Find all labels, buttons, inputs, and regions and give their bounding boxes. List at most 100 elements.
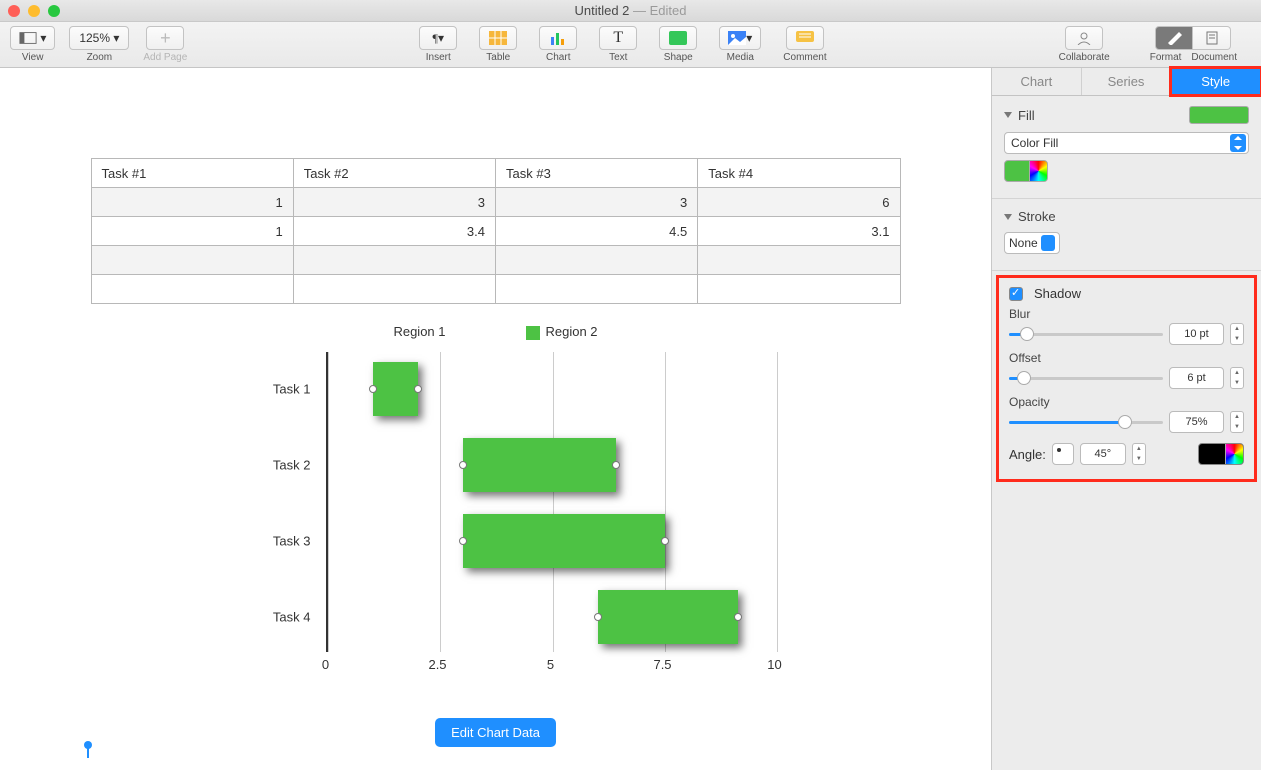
- table-cell[interactable]: 1: [91, 188, 293, 217]
- disclosure-triangle-icon[interactable]: [1004, 112, 1012, 118]
- chart-button[interactable]: [539, 26, 577, 50]
- shadow-section: Shadow Blur 10 pt ▲▼ Offset 6 pt ▲▼ Opac…: [996, 275, 1257, 482]
- minimize-window-button[interactable]: [28, 5, 40, 17]
- table-cell[interactable]: [496, 275, 698, 304]
- chart[interactable]: Region 1 Region 2: [91, 324, 901, 747]
- chart-bar[interactable]: [463, 438, 616, 492]
- table-cell[interactable]: [496, 246, 698, 275]
- table-cell[interactable]: 4.5: [496, 217, 698, 246]
- opacity-stepper[interactable]: ▲▼: [1230, 411, 1244, 433]
- tab-style[interactable]: Style: [1171, 68, 1261, 95]
- blur-slider[interactable]: [1009, 325, 1163, 343]
- format-inspector-button[interactable]: [1155, 26, 1193, 50]
- table-header[interactable]: Task #2: [293, 159, 495, 188]
- add-page-button[interactable]: +: [146, 26, 184, 50]
- table-header[interactable]: Task #3: [496, 159, 698, 188]
- offset-slider[interactable]: [1009, 369, 1163, 387]
- legend-item: Region 2: [526, 324, 598, 340]
- table-cell[interactable]: 6: [698, 188, 900, 217]
- text-button[interactable]: T: [599, 26, 637, 50]
- table-header[interactable]: Task #4: [698, 159, 900, 188]
- document-inspector-button[interactable]: [1193, 26, 1231, 50]
- x-axis-label: 5: [547, 657, 554, 672]
- comment-button[interactable]: [786, 26, 824, 50]
- table-cell[interactable]: 3.4: [293, 217, 495, 246]
- angle-value[interactable]: 45°: [1080, 443, 1126, 465]
- chart-plot[interactable]: Task 1 Task 2 Task 3 Task 4 0 2.5 5 7.5 …: [216, 352, 776, 672]
- offset-stepper[interactable]: ▲▼: [1230, 367, 1244, 389]
- format-inspector: Chart Series Style Fill Color Fill Strok…: [991, 68, 1261, 770]
- toolbar: ▾ View 125% ▾ Zoom + Add Page ¶▾Insert T…: [0, 22, 1261, 68]
- window-titlebar: Untitled 2 — Edited: [0, 0, 1261, 22]
- fill-type-select[interactable]: Color Fill: [1004, 132, 1249, 154]
- text-cursor-indicator: [84, 741, 92, 749]
- table-header[interactable]: Task #1: [91, 159, 293, 188]
- color-wheel-icon[interactable]: [1225, 444, 1243, 464]
- angle-label: Angle:: [1009, 447, 1046, 462]
- x-axis-label: 2.5: [428, 657, 446, 672]
- text-label: Text: [609, 52, 627, 63]
- color-wheel-icon[interactable]: [1029, 161, 1047, 181]
- y-axis-label: Task 2: [216, 457, 311, 472]
- fill-section: Fill Color Fill: [992, 96, 1261, 199]
- table-cell[interactable]: [293, 275, 495, 304]
- table-cell[interactable]: [293, 246, 495, 275]
- y-axis-label: Task 4: [216, 609, 311, 624]
- close-window-button[interactable]: [8, 5, 20, 17]
- table-cell[interactable]: 3: [293, 188, 495, 217]
- table-cell[interactable]: [698, 246, 900, 275]
- offset-value[interactable]: 6 pt: [1169, 367, 1224, 389]
- data-table[interactable]: Task #1 Task #2 Task #3 Task #4 1 3 3 6 …: [91, 158, 901, 304]
- table-cell[interactable]: [91, 246, 293, 275]
- insert-button[interactable]: ¶▾: [419, 26, 457, 50]
- edited-indicator: — Edited: [629, 3, 686, 18]
- tab-chart[interactable]: Chart: [992, 68, 1082, 95]
- edit-chart-data-button[interactable]: Edit Chart Data: [435, 718, 556, 747]
- shadow-checkbox[interactable]: [1009, 287, 1023, 301]
- y-axis-label: Task 3: [216, 533, 311, 548]
- blur-label: Blur: [1009, 307, 1244, 321]
- document-label: Document: [1191, 52, 1237, 63]
- zoom-select[interactable]: 125% ▾: [69, 26, 129, 50]
- table-cell[interactable]: 3.1: [698, 217, 900, 246]
- angle-stepper[interactable]: ▲▼: [1132, 443, 1146, 465]
- table-cell[interactable]: 1: [91, 217, 293, 246]
- fill-preview-swatch: [1189, 106, 1249, 124]
- legend-swatch: [526, 326, 540, 340]
- blur-value[interactable]: 10 pt: [1169, 323, 1224, 345]
- window-title: Untitled 2 — Edited: [574, 3, 686, 18]
- shadow-color-well[interactable]: [1198, 443, 1244, 465]
- collaborate-button[interactable]: [1065, 26, 1103, 50]
- shadow-title: Shadow: [1034, 286, 1081, 301]
- document-canvas[interactable]: Task #1 Task #2 Task #3 Task #4 1 3 3 6 …: [0, 68, 991, 770]
- offset-label: Offset: [1009, 351, 1244, 365]
- table-cell[interactable]: 3: [496, 188, 698, 217]
- opacity-label: Opacity: [1009, 395, 1244, 409]
- zoom-value: 125%: [79, 31, 110, 45]
- chart-legend: Region 1 Region 2: [91, 324, 901, 340]
- inspector-tabs: Chart Series Style: [992, 68, 1261, 96]
- view-menu-button[interactable]: ▾: [10, 26, 55, 50]
- table-cell[interactable]: [91, 275, 293, 304]
- comment-label: Comment: [783, 52, 826, 63]
- shape-button[interactable]: [659, 26, 697, 50]
- collaborate-label: Collaborate: [1059, 52, 1110, 63]
- media-button[interactable]: ▾: [719, 26, 761, 50]
- stroke-type-select[interactable]: None: [1004, 232, 1060, 254]
- fullscreen-window-button[interactable]: [48, 5, 60, 17]
- disclosure-triangle-icon[interactable]: [1004, 214, 1012, 220]
- chart-bar[interactable]: [373, 362, 418, 416]
- tab-series[interactable]: Series: [1082, 68, 1172, 95]
- y-axis-label: Task 1: [216, 381, 311, 396]
- x-axis-label: 0: [322, 657, 329, 672]
- opacity-slider[interactable]: [1009, 413, 1163, 431]
- chart-bar[interactable]: [598, 590, 738, 644]
- zoom-label: Zoom: [87, 52, 113, 63]
- table-button[interactable]: [479, 26, 517, 50]
- blur-stepper[interactable]: ▲▼: [1230, 323, 1244, 345]
- angle-dial[interactable]: [1052, 443, 1074, 465]
- opacity-value[interactable]: 75%: [1169, 411, 1224, 433]
- fill-color-well[interactable]: [1004, 160, 1048, 182]
- chart-bar[interactable]: [463, 514, 665, 568]
- table-cell[interactable]: [698, 275, 900, 304]
